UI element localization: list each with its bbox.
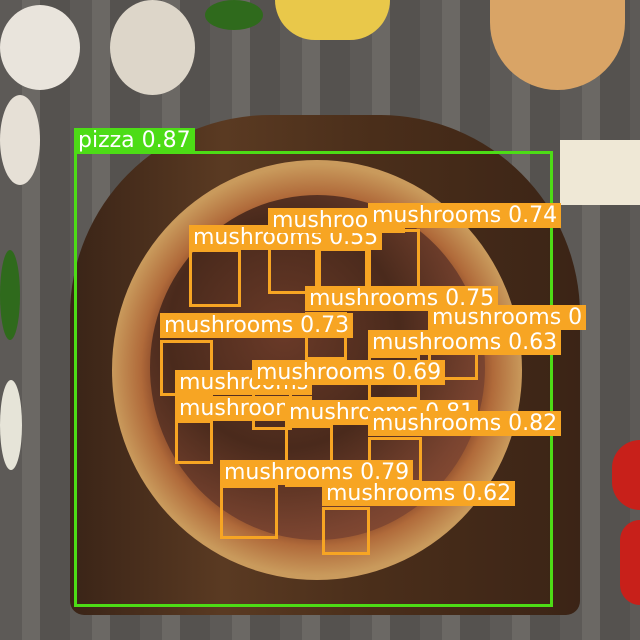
basil: [205, 0, 263, 30]
detection-label: mushrooms 0.75: [305, 286, 499, 311]
tomato: [612, 440, 640, 510]
detection-label: mushrooms 0.69: [252, 360, 446, 385]
garlic: [0, 380, 22, 470]
detection-label: mushrooms 0.82: [368, 411, 562, 436]
detection-box-mushroom: [189, 249, 241, 307]
mushroom-sliced: [110, 0, 195, 95]
mushroom-whole: [0, 95, 40, 185]
detection-label: pizza 0.87: [74, 128, 195, 153]
detection-label: mushrooms 0.73: [160, 313, 354, 338]
tomato: [620, 520, 640, 605]
detection-label: mushrooms 0.63: [368, 330, 562, 355]
detection-box-mushroom: [175, 420, 213, 464]
onion: [490, 0, 625, 90]
mushroom-whole: [0, 5, 80, 90]
detection-box-mushroom: [220, 485, 278, 539]
parmesan: [560, 140, 640, 205]
detection-box-mushroom: [322, 507, 370, 555]
detection-label: mushrooms 0.74: [368, 203, 562, 228]
cheese-bowl: [275, 0, 390, 40]
detection-label: mushrooms 0.62: [322, 481, 516, 506]
basil: [0, 250, 20, 340]
